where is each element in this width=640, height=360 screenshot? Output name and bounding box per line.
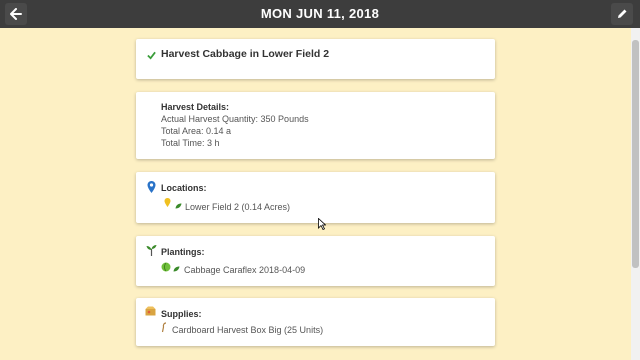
top-bar: MON JUN 11, 2018 bbox=[0, 0, 640, 28]
area-pin-icon bbox=[164, 198, 171, 207]
leaf-icon bbox=[173, 266, 180, 272]
harvest-quantity: Actual Harvest Quantity: 350 Pounds bbox=[161, 114, 309, 124]
locations-heading: Locations: bbox=[161, 183, 207, 193]
supply-item[interactable]: Cardboard Harvest Box Big (25 Units) bbox=[172, 325, 323, 335]
supplies-heading: Supplies: bbox=[161, 309, 202, 319]
planting-item[interactable]: Cabbage Caraflex 2018-04-09 bbox=[184, 265, 305, 275]
page-title: MON JUN 11, 2018 bbox=[260, 6, 380, 21]
edit-button[interactable] bbox=[611, 3, 633, 25]
scrollbar-thumb[interactable] bbox=[632, 40, 639, 268]
task-title-card: Harvest Cabbage in Lower Field 2 bbox=[136, 39, 495, 79]
task-title: Harvest Cabbage in Lower Field 2 bbox=[161, 48, 330, 60]
harvest-details-card: Harvest Details: Actual Harvest Quantity… bbox=[136, 92, 495, 159]
location-item[interactable]: Lower Field 2 (0.14 Acres) bbox=[185, 202, 290, 212]
total-area: Total Area: 0.14 a bbox=[161, 126, 232, 136]
total-time: Total Time: 3 h bbox=[161, 138, 220, 148]
mouse-cursor-icon bbox=[318, 218, 326, 230]
pencil-icon bbox=[618, 9, 627, 18]
supplies-card: Supplies: Cardboard Harvest Box Big (25 … bbox=[136, 298, 495, 346]
check-icon bbox=[147, 51, 156, 60]
locations-card: Locations: Lower Field 2 (0.14 Acres) bbox=[136, 172, 495, 223]
harvest-details-heading: Harvest Details: bbox=[161, 102, 230, 112]
plantings-card: Plantings: Cabbage Caraflex 2018-04-09 bbox=[136, 236, 495, 286]
cabbage-icon bbox=[161, 262, 171, 272]
leaf-icon bbox=[175, 203, 182, 209]
plantings-heading: Plantings: bbox=[161, 247, 205, 257]
sprout-icon bbox=[146, 245, 157, 256]
supplies-box-icon bbox=[145, 306, 156, 316]
supply-tool-icon bbox=[161, 322, 167, 333]
map-pin-icon bbox=[147, 181, 156, 193]
